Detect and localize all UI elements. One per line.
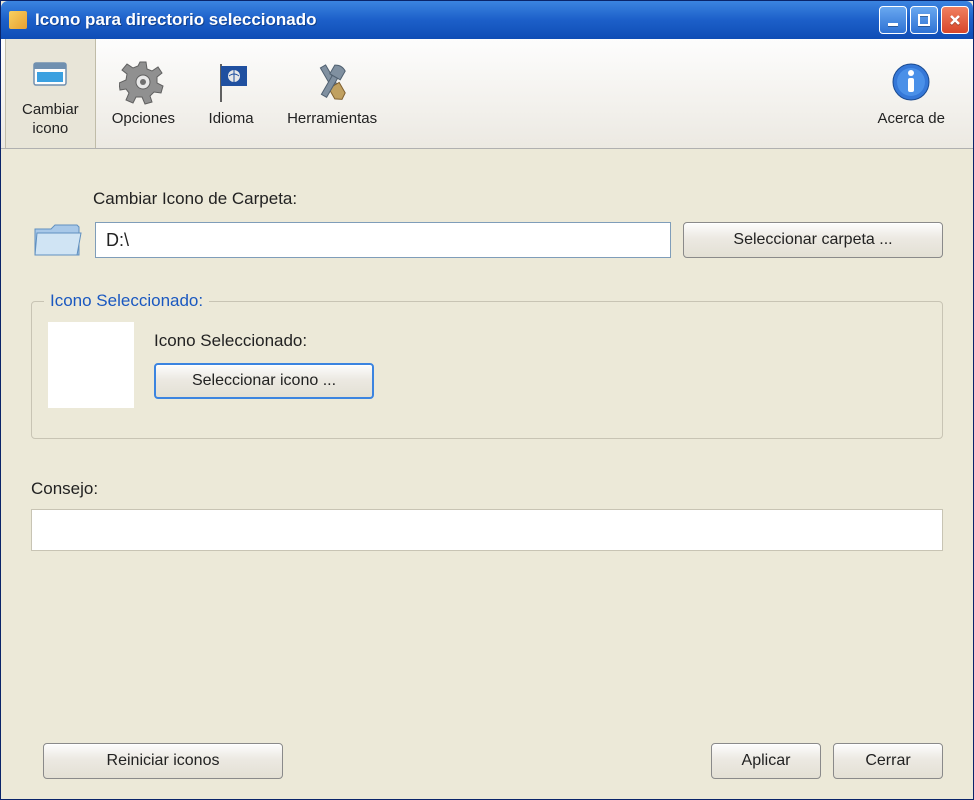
app-icon [9, 11, 27, 29]
tab-change-icon[interactable]: Cambiaricono [5, 39, 96, 148]
close-dialog-button[interactable]: Cerrar [833, 743, 943, 779]
tip-label: Consejo: [31, 479, 943, 499]
minimize-button[interactable] [879, 6, 907, 34]
change-icon-icon [26, 49, 74, 97]
folder-icon [31, 219, 83, 261]
toolbar: Cambiaricono Opciones [1, 39, 973, 149]
tab-language[interactable]: Idioma [191, 39, 271, 148]
folder-row: Seleccionar carpeta ... [31, 219, 943, 261]
folder-path-input[interactable] [95, 222, 671, 258]
window-controls [879, 6, 969, 34]
tip-section: Consejo: [31, 479, 943, 551]
gear-icon [119, 58, 167, 106]
icon-groupbox: Icono Seleccionado: Icono Seleccionado: … [31, 301, 943, 439]
minimize-icon [886, 13, 900, 27]
window-title: Icono para directorio seleccionado [35, 10, 879, 30]
tab-label: Herramientas [287, 110, 377, 129]
reset-icons-button[interactable]: Reiniciar iconos [43, 743, 283, 779]
select-folder-button[interactable]: Seleccionar carpeta ... [683, 222, 943, 258]
info-icon [887, 58, 935, 106]
tab-label: Idioma [209, 110, 254, 129]
tab-label: Cambiaricono [22, 101, 79, 139]
tip-display [31, 509, 943, 551]
close-button[interactable] [941, 6, 969, 34]
tab-label: Opciones [112, 110, 175, 129]
flag-icon [207, 58, 255, 106]
folder-section-label: Cambiar Icono de Carpeta: [93, 189, 943, 209]
select-icon-button[interactable]: Seleccionar icono ... [154, 363, 374, 399]
groupbox-title: Icono Seleccionado: [44, 291, 209, 311]
application-window: Icono para directorio seleccionado [0, 0, 974, 800]
maximize-button[interactable] [910, 6, 938, 34]
maximize-icon [917, 13, 931, 27]
icon-selected-label: Icono Seleccionado: [154, 331, 374, 351]
icon-preview-box [48, 322, 134, 408]
apply-button[interactable]: Aplicar [711, 743, 821, 779]
content-area: Cambiar Icono de Carpeta: Seleccionar ca… [1, 149, 973, 799]
tools-icon [308, 58, 356, 106]
close-icon [948, 13, 962, 27]
title-bar: Icono para directorio seleccionado [1, 1, 973, 39]
tab-options[interactable]: Opciones [96, 39, 191, 148]
tab-about[interactable]: Acerca de [861, 39, 961, 148]
tab-tools[interactable]: Herramientas [271, 39, 393, 148]
tab-label: Acerca de [877, 110, 945, 129]
bottom-button-bar: Reiniciar iconos Aplicar Cerrar [31, 743, 943, 779]
